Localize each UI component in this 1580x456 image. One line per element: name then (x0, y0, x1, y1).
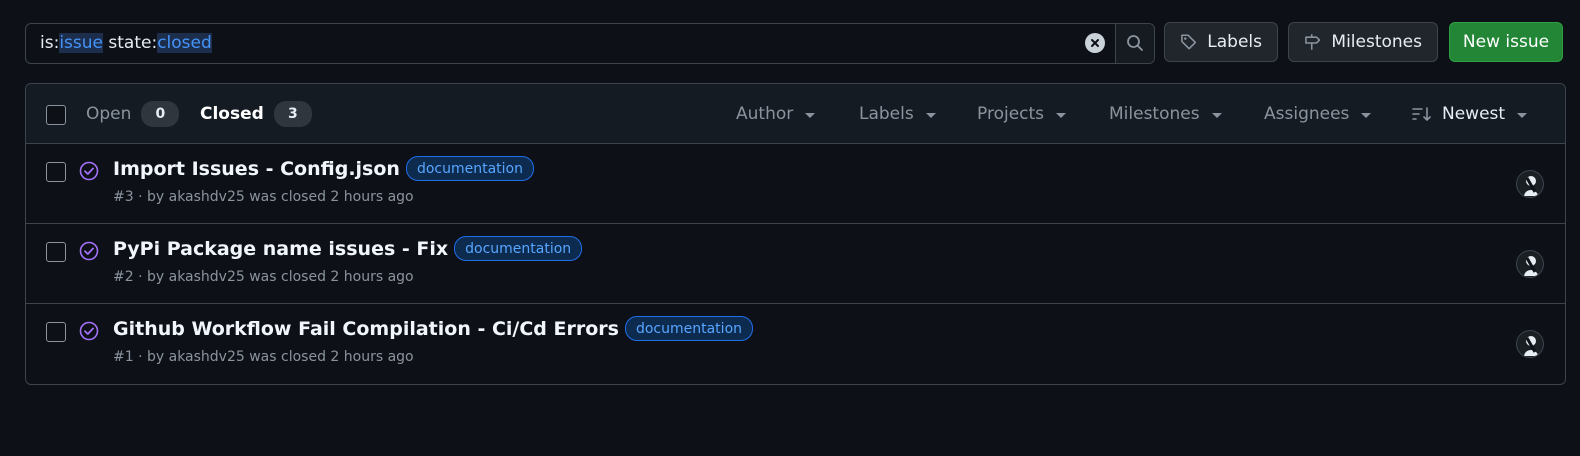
tab-closed-label: Closed (200, 104, 264, 124)
issue-title-line: Github Workflow Fail Compilation - Ci/Cd… (113, 316, 754, 341)
tab-closed[interactable]: Closed 3 (200, 84, 312, 144)
issue-meta: #1 · by akashdv25 was closed 2 hours ago (113, 349, 414, 365)
issue-closed-icon (79, 241, 99, 261)
filter-author[interactable]: Author (736, 84, 816, 144)
filter-author-label: Author (736, 104, 794, 124)
label-badge[interactable]: documentation (624, 316, 754, 341)
filter-milestones[interactable]: Milestones (1109, 84, 1222, 144)
label-badge[interactable]: documentation (454, 236, 583, 261)
search-input[interactable]: is: issue state: closed (26, 24, 1075, 63)
filter-assignees[interactable]: Assignees (1264, 84, 1372, 144)
closed-count-badge: 3 (273, 101, 312, 127)
issue-meta: #3 · by akashdv25 was closed 2 hours ago (113, 189, 414, 205)
search-button[interactable] (1115, 23, 1154, 63)
issue-row[interactable]: PyPi Package name issues - Fix documenta… (26, 224, 1565, 304)
avatar[interactable] (1516, 170, 1544, 198)
milestone-icon (1305, 34, 1321, 50)
filter-projects-label: Projects (977, 104, 1045, 124)
issue-title-link[interactable]: Import Issues - Config.json (113, 158, 400, 180)
query-part: state: (102, 33, 158, 53)
issue-title-line: PyPi Package name issues - Fix documenta… (113, 236, 583, 261)
issue-title-link[interactable]: Github Workflow Fail Compilation - Ci/Cd… (113, 318, 619, 340)
issue-checkbox[interactable] (46, 322, 66, 342)
query-part: is: (40, 33, 60, 53)
select-all-checkbox[interactable] (46, 105, 66, 125)
chevron-down-icon (805, 112, 816, 118)
avatar[interactable] (1516, 250, 1544, 278)
tab-open[interactable]: Open 0 (86, 84, 180, 144)
filter-milestones-label: Milestones (1109, 104, 1200, 124)
issue-closed-icon (79, 161, 99, 181)
search-field[interactable]: is: issue state: closed (25, 22, 1155, 64)
x-circle-fill-icon (1085, 33, 1105, 53)
issue-meta: #2 · by akashdv25 was closed 2 hours ago (113, 269, 414, 285)
issue-closed-icon (79, 321, 99, 341)
chevron-down-icon (1361, 112, 1372, 118)
chevron-down-icon (1211, 112, 1222, 118)
filter-labels-label: Labels (859, 104, 914, 124)
issue-row[interactable]: Import Issues - Config.json documentatio… (26, 144, 1565, 224)
issue-checkbox[interactable] (46, 242, 66, 262)
milestones-button-label: Milestones (1331, 32, 1422, 52)
tag-icon (1181, 34, 1197, 50)
issue-row[interactable]: Github Workflow Fail Compilation - Ci/Cd… (26, 304, 1565, 384)
user-avatar-icon (1524, 336, 1538, 356)
chevron-down-icon (1517, 112, 1528, 118)
avatar[interactable] (1516, 330, 1544, 358)
labels-button-label: Labels (1207, 32, 1262, 52)
chevron-down-icon (925, 112, 936, 118)
tab-open-label: Open (86, 104, 132, 124)
new-issue-button[interactable]: New issue (1449, 22, 1563, 62)
search-icon (1127, 35, 1143, 51)
new-issue-label: New issue (1462, 32, 1550, 52)
filter-projects[interactable]: Projects (977, 84, 1067, 144)
issues-list-header: Open 0 Closed 3 Author Labels Projects M… (26, 84, 1565, 144)
milestones-button[interactable]: Milestones (1288, 22, 1438, 62)
sort-dropdown[interactable]: Newest (1412, 84, 1528, 144)
query-part: closed (157, 33, 212, 53)
labels-button[interactable]: Labels (1164, 22, 1278, 62)
user-avatar-icon (1524, 176, 1538, 196)
issues-list: Open 0 Closed 3 Author Labels Projects M… (25, 83, 1566, 385)
issue-title-line: Import Issues - Config.json documentatio… (113, 156, 534, 181)
issue-checkbox[interactable] (46, 162, 66, 182)
issues-toolbar: is: issue state: closed Labels Milestones … (25, 22, 1566, 64)
clear-search-button[interactable] (1075, 24, 1115, 63)
sort-label: Newest (1442, 104, 1506, 124)
filter-assignees-label: Assignees (1264, 104, 1350, 124)
issue-title-link[interactable]: PyPi Package name issues - Fix (113, 238, 448, 260)
sort-desc-icon (1412, 107, 1431, 121)
open-count-badge: 0 (141, 101, 180, 127)
filter-labels[interactable]: Labels (859, 84, 936, 144)
label-badge[interactable]: documentation (405, 156, 534, 181)
chevron-down-icon (1056, 112, 1067, 118)
query-part: issue (59, 33, 103, 53)
user-avatar-icon (1524, 256, 1538, 276)
